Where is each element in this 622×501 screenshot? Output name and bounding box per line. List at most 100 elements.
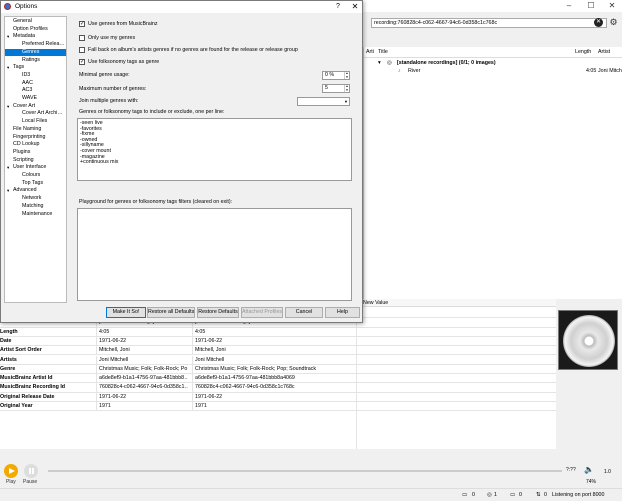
expand-arrow-icon[interactable]: ▾ bbox=[7, 33, 9, 41]
nav-item-label: Cover Art Archi… bbox=[22, 110, 63, 117]
metadata-original-value: 760828c4-c062-4667-94c6-0d358c1… bbox=[96, 383, 188, 393]
play-button[interactable] bbox=[4, 464, 18, 478]
track-artist: Joni Mitch bbox=[598, 68, 622, 74]
network-icon: ⇅ bbox=[536, 492, 541, 498]
nav-item-label: Local Files bbox=[22, 118, 48, 125]
column-title[interactable]: Title bbox=[378, 47, 388, 58]
nav-item-label: Top Tags bbox=[22, 179, 44, 186]
spin-arrows-icon[interactable]: ▲ ▼ bbox=[344, 71, 349, 79]
dialog-button-row: Make It So! Restore all Defaults Restore… bbox=[1, 304, 362, 322]
metadata-tag-name: Length bbox=[0, 328, 18, 335]
metadata-original-value: 1971-06-22 bbox=[96, 392, 188, 402]
metadata-original-value: Christmas Music; Folk; Folk-Rock; Po… bbox=[96, 364, 188, 374]
track-length: 4:05 bbox=[586, 68, 597, 74]
tree-row-track[interactable]: ♪ River 4:05 Joni Mitch bbox=[364, 67, 622, 76]
checkbox-unchecked[interactable] bbox=[79, 47, 85, 53]
max-genres-value: 5 bbox=[325, 85, 328, 91]
playground-textarea[interactable] bbox=[77, 208, 352, 301]
nav-item-label: Matching bbox=[22, 202, 44, 209]
column-length[interactable]: Length bbox=[575, 47, 591, 58]
cover-art-image[interactable] bbox=[558, 310, 618, 370]
expand-arrow-icon[interactable]: ▾ bbox=[7, 187, 9, 195]
spin-arrows-icon[interactable]: ▲ ▼ bbox=[344, 84, 349, 92]
checkbox-checked[interactable]: ✓ bbox=[79, 59, 85, 65]
expand-arrow-icon[interactable]: ▾ bbox=[7, 164, 9, 172]
nav-item-label: Tags bbox=[13, 64, 25, 71]
join-genres-select[interactable]: ▼ bbox=[297, 97, 350, 106]
metadata-tag-name: Genre bbox=[0, 365, 16, 372]
column-new-value[interactable]: New Value bbox=[363, 299, 388, 307]
checkbox-checked[interactable]: ✓ bbox=[79, 21, 85, 27]
max-genres-spinbox[interactable]: 5 ▲ ▼ bbox=[322, 84, 350, 93]
metadata-original-value: Mitchell, Joni bbox=[96, 346, 188, 356]
metadata-original-value: 4:05 bbox=[96, 327, 188, 337]
metadata-tag-name: MusicBrainz Artist Id bbox=[0, 375, 53, 382]
genres-filter-label: Genres or folksonomy tags to include or … bbox=[79, 109, 225, 115]
nav-item-label: Ratings bbox=[22, 56, 40, 63]
nav-item-label: ID3 bbox=[22, 71, 31, 78]
seek-slider[interactable] bbox=[48, 470, 562, 472]
albums-icon: ◎ bbox=[487, 492, 492, 498]
volume-icon[interactable]: 🔈 bbox=[584, 465, 594, 474]
expand-arrow-icon[interactable]: ▾ bbox=[7, 64, 9, 72]
nav-item-label: AAC bbox=[22, 79, 33, 86]
status-bar: ▭ 0 ◎ 1 ▭ 0 ⇅ 0 Listening on port 8000 bbox=[0, 488, 622, 500]
pause-label: Pause bbox=[23, 479, 38, 485]
restore-defaults-button[interactable]: Restore Defaults bbox=[197, 307, 239, 318]
max-genres-label: Maximum number of genres: bbox=[79, 86, 147, 92]
checkbox-unchecked[interactable] bbox=[79, 35, 85, 41]
metadata-new-value: Christmas Music; Folk; Folk-Rock; Pop; S… bbox=[192, 364, 356, 374]
cancel-button[interactable]: Cancel bbox=[285, 307, 323, 318]
metadata-original-value: 1971-06-22 bbox=[96, 336, 188, 346]
metadata-new-value: 1971-06-22 bbox=[192, 336, 356, 346]
make-it-so-button[interactable]: Make It So! bbox=[106, 307, 146, 318]
maximize-button[interactable]: ☐ bbox=[581, 0, 601, 12]
help-button[interactable]: Help bbox=[325, 307, 360, 318]
album-tree-header: Arti Title Length Artist bbox=[364, 47, 622, 58]
picard-app-icon bbox=[4, 3, 11, 10]
metadata-tag-name: Artists bbox=[0, 356, 17, 363]
dialog-close-button[interactable]: ✕ bbox=[348, 1, 362, 13]
options-dialog: Options ? ✕ General Option Profiles ▾ Metad… bbox=[0, 0, 363, 323]
expand-arrow-icon[interactable]: ▾ bbox=[7, 103, 9, 111]
nav-item-label: Plugins bbox=[13, 148, 31, 155]
files-count: 0 bbox=[472, 492, 475, 498]
genres-filter-textarea[interactable]: -seen live -favorites -fixme -owned -sillyna… bbox=[77, 118, 352, 181]
dialog-title: Options bbox=[15, 3, 38, 10]
min-usage-spinbox[interactable]: 0 % ▲ ▼ bbox=[322, 71, 350, 80]
metadata-tag-name: Date bbox=[0, 337, 12, 344]
search-settings-icon[interactable]: ⚙ bbox=[609, 17, 618, 28]
metadata-empty-area bbox=[356, 307, 556, 449]
nav-item-label: Fingerprinting bbox=[13, 133, 46, 140]
nav-item-label: CD Lookup bbox=[13, 141, 40, 148]
metadata-new-value: a6de8ef9-b1a1-4756-97aa-481bbb8a4069 bbox=[192, 374, 356, 384]
nav-item-label: Metadata bbox=[13, 33, 36, 40]
metadata-tag-name: Artist Sort Order bbox=[0, 347, 42, 354]
playback-rate[interactable]: 1.0 bbox=[604, 469, 611, 475]
nav-item-label: AC3 bbox=[22, 87, 33, 94]
metadata-tag-name: MusicBrainz Recording Id bbox=[0, 384, 66, 391]
clear-search-icon[interactable]: ✕ bbox=[594, 18, 603, 27]
search-input[interactable]: recording:760828c4-c062-4667-94c6-0d358c… bbox=[371, 18, 607, 28]
metadata-new-value: Mitchell, Joni bbox=[192, 346, 356, 356]
metadata-new-value: Joni Mitchell bbox=[192, 355, 356, 365]
metadata-tag-name: Original Year bbox=[0, 403, 33, 409]
column-artist-partial[interactable]: Arti bbox=[366, 47, 374, 58]
nav-item-label: Network bbox=[22, 195, 42, 202]
close-window-button[interactable]: ✕ bbox=[602, 0, 622, 12]
nav-item-label: File Naming bbox=[13, 125, 42, 132]
restore-all-defaults-button[interactable]: Restore all Defaults bbox=[147, 307, 195, 318]
metadata-new-value: 1971-06-22 bbox=[192, 392, 356, 402]
min-usage-value: 0 % bbox=[325, 72, 335, 78]
track-title: River bbox=[408, 68, 421, 74]
context-help-button[interactable]: ? bbox=[331, 1, 345, 13]
metadata-new-value: 4:05 bbox=[192, 327, 356, 337]
pending-icon: ▭ bbox=[510, 492, 516, 498]
metadata-new-value: 1971 bbox=[192, 402, 356, 411]
metadata-new-value: 760828c4-c062-4667-94c6-0d358c1c768c bbox=[192, 383, 356, 393]
nav-item-genres[interactable]: Genres bbox=[5, 48, 66, 57]
pause-button[interactable] bbox=[24, 464, 38, 478]
pending-count: 0 bbox=[519, 492, 522, 498]
column-artist[interactable]: Artist bbox=[598, 47, 610, 58]
minimize-button[interactable]: – bbox=[559, 0, 579, 12]
